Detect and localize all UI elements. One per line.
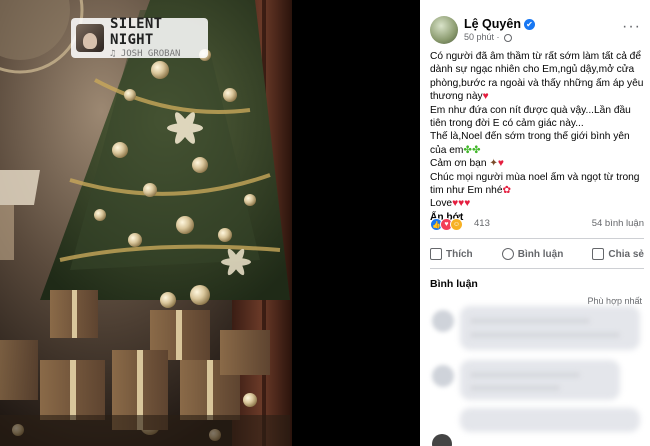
verified-icon: ✔ [523,19,535,31]
song-title: SILENT NIGHT [110,16,163,48]
reactions-bar: 👍 ♥ ☺ 413 54 bình luận [430,218,644,232]
author-name[interactable]: Lệ Quyên [464,17,521,31]
post-header: Lệ Quyên ✔ 50 phút · ··· [430,16,645,46]
photo-viewer[interactable]: SILENT NIGHT ♫ JOSH GROBAN [0,0,420,446]
comment-icon [501,248,514,260]
song-artist: ♫ JOSH GROBAN [110,49,181,59]
post-paragraph-2: Em như đứa con nít được quà vậy...Lần đầ… [430,104,631,130]
post-paragraph-1: Có người đã âm thầm từ rất sớm làm tất c… [430,51,644,103]
post-paragraph-5: Chúc mọi người mùa noel ấm và ngọt từ tr… [430,171,640,197]
comment-text-line [470,318,590,324]
haha-reaction-icon: ☺ [450,218,463,231]
comment-text-line [470,385,560,391]
post-body: Có người đã âm thầm từ rất sớm làm tất c… [430,50,644,224]
comment-bubble [460,360,620,400]
comment-text-line [470,332,620,338]
comment-count[interactable]: 54 bình luận [592,218,644,229]
post-paragraph-4: Cảm ơn bạn ✦♥ [430,158,504,170]
author-avatar[interactable] [430,16,458,44]
post-paragraph-3: Thế là,Noel đến sớm trong thế giới bình … [430,131,630,156]
comments-heading: Bình luận [430,278,478,290]
reaction-count[interactable]: 413 [474,218,490,229]
comment-bubble [460,408,640,432]
action-bar: Thích Bình luận Chia sẻ [430,244,644,264]
comment-text-line [470,372,580,378]
share-icon [592,248,605,260]
comment-label: Bình luận [517,248,564,260]
comment-sort-dropdown[interactable]: Phù hợp nhất [588,296,642,306]
post-paragraph-6: Love♥♥♥ [430,198,471,210]
commenter-avatar [432,365,454,387]
heart-emoji: ♥ [497,158,504,170]
clover-emoji: ✤✤ [463,144,481,156]
music-sticker[interactable]: SILENT NIGHT ♫ JOSH GROBAN [71,16,208,59]
like-label: Thích [446,248,473,260]
share-label: Chia sẻ [608,248,644,260]
heart-emoji: ♥ [482,91,489,103]
divider [430,268,644,269]
commenter-avatar [432,434,452,446]
rose-emoji: ✿ [502,185,512,197]
turkey-emoji: ✦ [489,158,498,170]
divider [430,238,644,239]
like-button[interactable]: Thích [430,244,473,264]
author-name-row[interactable]: Lệ Quyên ✔ [464,17,535,31]
post-time[interactable]: 50 phút [464,32,494,42]
post-time-row[interactable]: 50 phút · [464,32,513,42]
comment-bubble [460,306,640,350]
more-options-icon[interactable]: ··· [622,18,641,36]
share-button[interactable]: Chia sẻ [592,244,644,264]
heart-emoji: ♥ [464,198,471,210]
post-panel: Lệ Quyên ✔ 50 phút · ··· Có người đã âm t… [420,0,650,446]
christmas-tree-photo [0,0,420,446]
like-icon [430,248,442,260]
reaction-icons[interactable]: 👍 ♥ ☺ [430,218,463,231]
artist-avatar [76,24,104,52]
globe-icon [504,33,513,42]
comment-button[interactable]: Bình luận [501,244,564,264]
commenter-avatar [432,310,454,332]
